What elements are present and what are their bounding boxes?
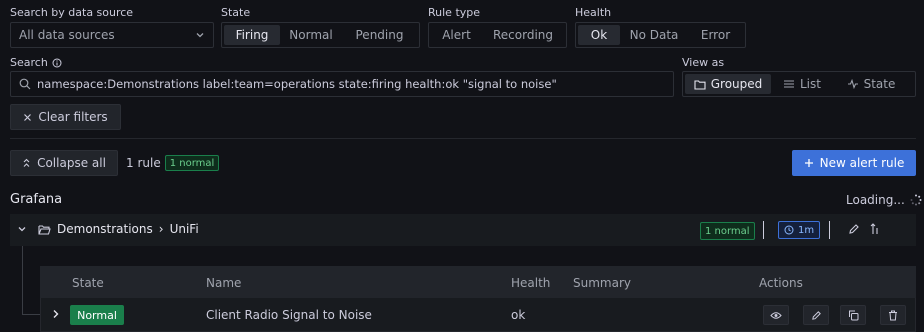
search-query: namespace:Demonstrations label:team=oper… <box>37 77 557 91</box>
collapse-all-label: Collapse all <box>37 156 106 170</box>
health-option-no-data[interactable]: No Data <box>620 25 688 45</box>
state-badge: Normal <box>70 305 124 325</box>
state-option-pending[interactable]: Pending <box>342 25 417 45</box>
chevron-right-icon[interactable] <box>52 309 60 319</box>
rule-summary: 1 rule 1 normal <box>126 155 220 171</box>
new-alert-rule-label: New alert rule <box>819 156 905 170</box>
state-option-normal[interactable]: Normal <box>280 25 342 45</box>
collapse-all-button[interactable]: Collapse all <box>10 150 118 176</box>
header-name: Name <box>206 276 242 290</box>
breadcrumb-separator: › <box>158 222 164 236</box>
group-normal-badge: 1 normal <box>700 222 755 240</box>
chevron-down-icon <box>195 30 205 40</box>
namespace-name: Demonstrations <box>57 222 153 236</box>
rule-type-option-alert[interactable]: Alert <box>431 25 482 45</box>
rule-health: ok <box>511 308 526 322</box>
rule-type-label: Rule type <box>428 6 481 19</box>
view-option-state[interactable]: State <box>833 74 909 94</box>
trash-icon <box>888 310 898 321</box>
view-option-state-label: State <box>863 77 896 91</box>
edit-rule-button[interactable] <box>803 305 829 325</box>
datasource-label: Search by data source <box>10 6 134 19</box>
datasource-value: All data sources <box>19 28 115 42</box>
copy-icon <box>848 310 859 321</box>
eye-icon <box>770 311 782 320</box>
duplicate-rule-button[interactable] <box>840 305 866 325</box>
rule-type-segmented-control: Alert Recording <box>428 22 567 48</box>
search-input[interactable]: namespace:Demonstrations label:team=oper… <box>10 71 674 97</box>
header-health: Health <box>511 276 551 290</box>
plus-icon <box>804 158 814 168</box>
close-icon <box>23 113 32 122</box>
separator <box>829 221 830 239</box>
pencil-icon <box>811 310 822 321</box>
view-as-label: View as <box>682 56 725 69</box>
health-segmented-control: Ok No Data Error <box>575 22 746 48</box>
evaluation-interval-badge-wrap: 1m <box>778 221 821 239</box>
evaluation-interval-badge: 1m <box>778 221 821 239</box>
health-option-ok[interactable]: Ok <box>578 25 620 45</box>
sort-icon[interactable] <box>870 223 880 235</box>
normal-count-badge: 1 normal <box>164 155 220 171</box>
interval-value: 1m <box>798 224 815 236</box>
loading-indicator: Loading... <box>846 193 922 207</box>
group-normal-badge-wrap: 1 normal <box>700 222 755 240</box>
clear-filters-button[interactable]: Clear filters <box>10 104 121 130</box>
search-label: Search <box>10 56 48 69</box>
divider <box>10 138 916 139</box>
view-option-list-label: List <box>800 77 821 91</box>
search-label-wrap: Search <box>10 56 62 69</box>
view-rule-button[interactable] <box>763 305 789 325</box>
new-alert-rule-button[interactable]: New alert rule <box>792 150 916 176</box>
header-state: State <box>72 276 104 290</box>
loading-text: Loading... <box>846 193 905 207</box>
rule-count: 1 rule <box>126 156 161 170</box>
folder-icon <box>694 79 706 90</box>
collapse-icon <box>22 158 31 168</box>
tree-line <box>22 246 23 314</box>
chevron-down-icon[interactable] <box>17 224 27 234</box>
list-icon <box>783 79 795 89</box>
clock-icon <box>784 225 794 235</box>
header-actions: Actions <box>759 276 803 290</box>
view-option-grouped[interactable]: Grouped <box>685 74 771 94</box>
grafana-section-title: Grafana <box>10 192 63 207</box>
datasource-select[interactable]: All data sources <box>10 22 214 48</box>
search-icon <box>19 78 31 90</box>
folder-open-icon <box>38 224 51 235</box>
group-name: UniFi <box>169 222 199 236</box>
spinner-icon <box>910 194 922 206</box>
view-option-list[interactable]: List <box>771 74 833 94</box>
activity-icon <box>847 79 859 89</box>
delete-rule-button[interactable] <box>880 305 906 325</box>
clear-filters-label: Clear filters <box>38 110 108 124</box>
view-as-segmented-control: Grouped List State <box>682 71 916 97</box>
rule-name: Client Radio Signal to Noise <box>206 308 372 322</box>
group-breadcrumb: Demonstrations › UniFi <box>38 222 199 236</box>
tree-line <box>22 314 40 315</box>
info-icon <box>52 58 62 68</box>
health-label: Health <box>575 6 612 19</box>
header-summary: Summary <box>573 276 631 290</box>
state-option-firing[interactable]: Firing <box>224 25 280 45</box>
view-option-grouped-label: Grouped <box>710 77 763 91</box>
separator <box>763 221 764 239</box>
rule-type-option-recording[interactable]: Recording <box>482 25 564 45</box>
edit-icon[interactable] <box>848 223 860 235</box>
health-option-error[interactable]: Error <box>688 25 743 45</box>
state-segmented-control: Firing Normal Pending <box>221 22 420 48</box>
state-label: State <box>221 6 251 19</box>
